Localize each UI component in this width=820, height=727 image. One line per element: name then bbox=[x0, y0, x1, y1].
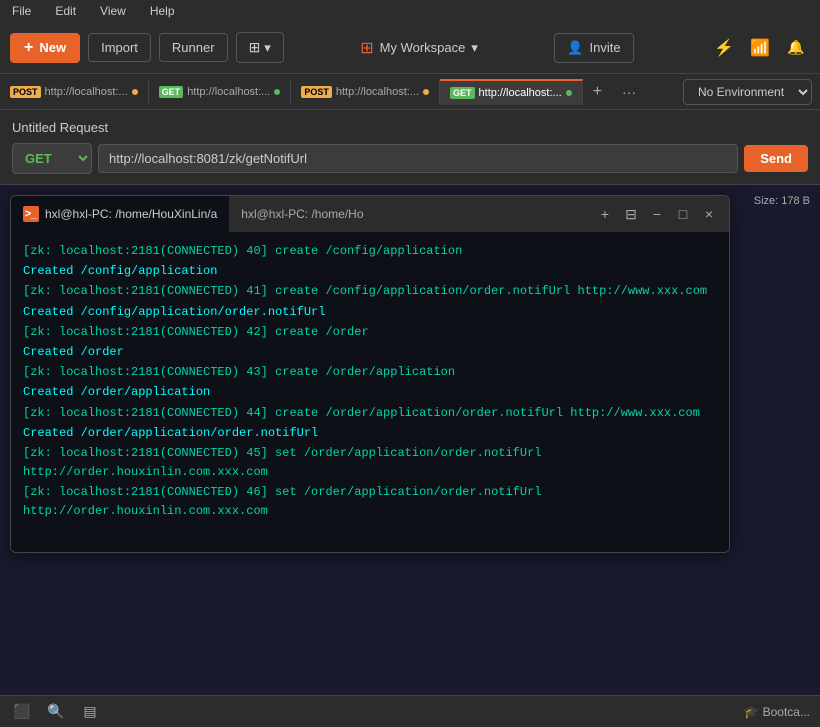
terminal-tab-1[interactable]: >_ hxl@hxl-PC: /home/HouXinLin/a bbox=[11, 196, 229, 232]
menu-help[interactable]: Help bbox=[146, 2, 179, 20]
main-content: Size: 178 B >_ hxl@hxl-PC: /home/HouXinL… bbox=[0, 185, 820, 695]
tab-dot-1 bbox=[274, 89, 280, 95]
terminal-output-3: Created /config/application/order.notifU… bbox=[23, 305, 325, 319]
terminal-line-0: [zk: localhost:2181(CONNECTED) 40] creat… bbox=[23, 242, 717, 261]
tab-dot-3 bbox=[566, 90, 572, 96]
response-size: Size: 178 B bbox=[754, 195, 810, 207]
terminal-minimize-button[interactable]: − bbox=[645, 202, 669, 226]
terminal-line-8: [zk: localhost:2181(CONNECTED) 44] creat… bbox=[23, 404, 717, 423]
terminal-window: >_ hxl@hxl-PC: /home/HouXinLin/a hxl@hxl… bbox=[10, 195, 730, 553]
menu-edit[interactable]: Edit bbox=[51, 2, 80, 20]
url-input[interactable] bbox=[98, 144, 738, 173]
terminal-line-5: Created /order bbox=[23, 343, 717, 362]
tab-3[interactable]: GET http://localhost:... bbox=[440, 79, 583, 105]
tab-2[interactable]: POST http://localhost:... bbox=[291, 80, 440, 104]
terminal-output-1: Created /config/application bbox=[23, 264, 217, 278]
tab-dot-2 bbox=[423, 89, 429, 95]
invite-button[interactable]: 👤 Invite bbox=[554, 33, 633, 63]
toolbar-right: ⚡ 📶 🔔 bbox=[710, 34, 810, 62]
terminal-output-7: Created /order/application bbox=[23, 385, 210, 399]
console-icon-button[interactable]: ⬛ bbox=[10, 700, 34, 724]
terminal-titlebar: >_ hxl@hxl-PC: /home/HouXinLin/a hxl@hxl… bbox=[11, 196, 729, 232]
tab-1[interactable]: GET http://localhost:... bbox=[149, 80, 292, 104]
terminal-controls: + ⊟ − □ × bbox=[593, 202, 729, 226]
terminal-prompt-8: [zk: localhost:2181(CONNECTED) 44] creat… bbox=[23, 406, 700, 420]
terminal-line-9: Created /order/application/order.notifUr… bbox=[23, 424, 717, 443]
toolbar: + New Import Runner ⊞ ▾ ⊞ My Workspace ▾… bbox=[0, 22, 820, 74]
method-select[interactable]: GET bbox=[12, 143, 92, 174]
menu-file[interactable]: File bbox=[8, 2, 35, 20]
person-icon: 👤 bbox=[567, 40, 583, 56]
new-label: New bbox=[39, 40, 66, 55]
terminal-output-5: Created /order bbox=[23, 345, 124, 359]
method-badge-get-3: GET bbox=[450, 87, 475, 99]
response-info: Size: 178 B bbox=[754, 195, 810, 207]
terminal-line-10: [zk: localhost:2181(CONNECTED) 45] set /… bbox=[23, 444, 717, 482]
terminal-prompt-10: [zk: localhost:2181(CONNECTED) 45] set /… bbox=[23, 446, 541, 479]
terminal-line-3: Created /config/application/order.notifU… bbox=[23, 303, 717, 322]
tab-url-1: http://localhost:... bbox=[187, 86, 270, 98]
import-button[interactable]: Import bbox=[88, 33, 151, 62]
tab-dot-0 bbox=[132, 89, 138, 95]
layout-icon: ⊞ bbox=[249, 39, 261, 56]
terminal-prompt-6: [zk: localhost:2181(CONNECTED) 43] creat… bbox=[23, 365, 455, 379]
method-badge-get-1: GET bbox=[159, 86, 184, 98]
plus-icon: + bbox=[24, 39, 33, 57]
terminal-tab2-label: hxl@hxl-PC: /home/Ho bbox=[241, 207, 363, 221]
notification-icon-button[interactable]: 🔔 bbox=[782, 34, 810, 62]
search-icon-button[interactable]: 🔍 bbox=[44, 700, 68, 724]
terminal-prompt-0: [zk: localhost:2181(CONNECTED) 40] creat… bbox=[23, 244, 462, 258]
boot-icon: 🎓 bbox=[744, 705, 759, 719]
tab-add-button[interactable]: + bbox=[583, 77, 612, 107]
tab-url-3: http://localhost:... bbox=[479, 87, 562, 99]
lightning-icon-button[interactable]: ⚡ bbox=[710, 34, 738, 62]
terminal-split-button[interactable]: ⊟ bbox=[619, 202, 643, 226]
terminal-body: [zk: localhost:2181(CONNECTED) 40] creat… bbox=[11, 232, 729, 552]
panel-icon-button[interactable]: ▤ bbox=[78, 700, 102, 724]
terminal-line-11: [zk: localhost:2181(CONNECTED) 46] set /… bbox=[23, 483, 717, 521]
request-row: GET Send bbox=[12, 143, 808, 174]
method-badge-post-2: POST bbox=[301, 86, 332, 98]
menu-bar: File Edit View Help bbox=[0, 0, 820, 22]
terminal-line-4: [zk: localhost:2181(CONNECTED) 42] creat… bbox=[23, 323, 717, 342]
send-button[interactable]: Send bbox=[744, 145, 808, 172]
bootcamp-link[interactable]: 🎓 Bootca... bbox=[744, 705, 810, 719]
tab-bar: POST http://localhost:... GET http://loc… bbox=[0, 74, 820, 110]
terminal-line-6: [zk: localhost:2181(CONNECTED) 43] creat… bbox=[23, 363, 717, 382]
workspace-label: My Workspace bbox=[380, 40, 466, 55]
chevron-down-icon: ▾ bbox=[264, 40, 271, 56]
workspace-grid-icon: ⊞ bbox=[360, 38, 373, 58]
status-right: 🎓 Bootca... bbox=[744, 705, 810, 719]
terminal-prompt-4: [zk: localhost:2181(CONNECTED) 42] creat… bbox=[23, 325, 369, 339]
terminal-line-7: Created /order/application bbox=[23, 383, 717, 402]
wifi-icon-button[interactable]: 📶 bbox=[746, 34, 774, 62]
environment-selector[interactable]: No Environment bbox=[683, 79, 812, 105]
workspace-chevron-icon: ▾ bbox=[471, 40, 478, 56]
terminal-prompt-2: [zk: localhost:2181(CONNECTED) 41] creat… bbox=[23, 284, 707, 298]
terminal-maximize-button[interactable]: □ bbox=[671, 202, 695, 226]
tab-menu-button[interactable]: ··· bbox=[612, 78, 646, 106]
method-badge-post: POST bbox=[10, 86, 41, 98]
shell-icon: >_ bbox=[23, 206, 39, 222]
request-area: Untitled Request GET Send bbox=[0, 110, 820, 185]
tab-0[interactable]: POST http://localhost:... bbox=[0, 80, 149, 104]
new-button[interactable]: + New bbox=[10, 33, 80, 63]
terminal-close-button[interactable]: × bbox=[697, 202, 721, 226]
terminal-add-button[interactable]: + bbox=[593, 202, 617, 226]
tab-url-0: http://localhost:... bbox=[45, 86, 128, 98]
terminal-tab1-label: hxl@hxl-PC: /home/HouXinLin/a bbox=[45, 207, 217, 221]
bootcamp-label: Bootca... bbox=[763, 705, 810, 719]
terminal-tab-2[interactable]: hxl@hxl-PC: /home/Ho bbox=[229, 196, 375, 232]
terminal-line-2: [zk: localhost:2181(CONNECTED) 41] creat… bbox=[23, 282, 717, 301]
tab-url-2: http://localhost:... bbox=[336, 86, 419, 98]
terminal-line-1: Created /config/application bbox=[23, 262, 717, 281]
runner-button[interactable]: Runner bbox=[159, 33, 228, 62]
workspace-button[interactable]: ⊞ My Workspace ▾ bbox=[360, 38, 478, 58]
terminal-output-9: Created /order/application/order.notifUr… bbox=[23, 426, 318, 440]
layout-button[interactable]: ⊞ ▾ bbox=[236, 32, 284, 63]
status-bar: ⬛ 🔍 ▤ 🎓 Bootca... bbox=[0, 695, 820, 727]
request-title: Untitled Request bbox=[12, 120, 808, 135]
menu-view[interactable]: View bbox=[96, 2, 130, 20]
terminal-prompt-11: [zk: localhost:2181(CONNECTED) 46] set /… bbox=[23, 485, 541, 518]
